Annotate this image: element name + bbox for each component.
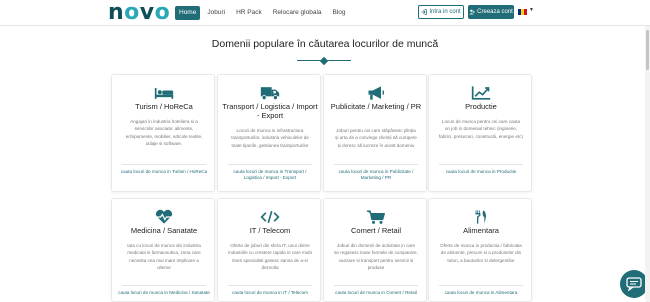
scrollbar[interactable] — [645, 26, 650, 302]
category-title: Transport / Logistica / Import - Export — [222, 102, 318, 120]
category-description: Iata cu locuri de munca din industria me… — [127, 243, 201, 271]
category-link[interactable]: cauta locuri de munca in Comert / Retail — [330, 290, 422, 296]
top-navbar: novo Home Joburi HR Pack Relocare global… — [0, 0, 650, 26]
register-button[interactable]: Creeaza cont — [468, 5, 514, 19]
card-divider — [228, 285, 312, 286]
login-icon — [421, 9, 428, 15]
category-link[interactable]: cauta locuri de munca in Turism / HoReCa — [118, 169, 210, 175]
category-card-comert[interactable]: Comert / Retail Joburi din domenii de ac… — [323, 198, 427, 302]
novo-logo[interactable]: novo — [108, 1, 170, 25]
chat-icon — [626, 277, 642, 291]
card-divider — [439, 164, 523, 165]
category-title: Productie — [465, 102, 497, 111]
login-label: Intra in cont — [429, 9, 461, 15]
divider-diamond — [319, 56, 329, 65]
nav-joburi[interactable]: Joburi — [203, 6, 229, 20]
nav-hr-pack[interactable]: HR Pack — [232, 6, 266, 20]
category-link[interactable]: cauta locuri de munca in IT / Telecom — [224, 290, 316, 296]
card-divider — [439, 285, 523, 286]
category-card-alimentara[interactable]: Alimentara Oferte de munca in productia … — [428, 198, 532, 302]
code-icon — [260, 210, 280, 224]
nav-home[interactable]: Home — [175, 6, 201, 20]
cart-icon — [366, 210, 385, 224]
main-nav: Home Joburi HR Pack Relocare globala Blo… — [175, 6, 350, 20]
truck-icon — [260, 87, 280, 101]
category-description: Oferte de joburi din sfera IT, unui dint… — [228, 243, 312, 271]
category-title: Alimentara — [463, 226, 499, 235]
category-link[interactable]: cauta locuri de munca in Productie — [435, 169, 527, 175]
category-card-transport[interactable]: Transport / Logistica / Import - Export … — [217, 74, 321, 192]
category-card-medicina[interactable]: Medicina / Sanatate Iata cu locuri de mu… — [111, 198, 215, 302]
utensils-icon — [475, 210, 486, 224]
category-title: Medicina / Sanatate — [130, 226, 198, 235]
chat-button[interactable] — [620, 270, 648, 298]
card-divider — [228, 164, 312, 165]
heartbeat-icon — [154, 209, 174, 224]
category-description: Locuri de munca pentru cei care cauta un… — [439, 119, 523, 139]
scrollbar-thumb[interactable] — [646, 30, 649, 70]
card-divider — [334, 164, 418, 165]
category-link[interactable]: cauta locuri de munca in Medicina / Sana… — [118, 290, 210, 296]
user-plus-icon — [469, 9, 476, 15]
category-link[interactable]: cauta locuri de munca in Alimentara — [435, 290, 527, 296]
category-card-it[interactable]: IT / Telecom Oferte de joburi din sfera … — [217, 198, 321, 302]
category-description: Oferte de munca in productia / fabricati… — [440, 243, 522, 263]
ro-flag-icon[interactable] — [518, 9, 527, 15]
category-card-turism[interactable]: Turism / HoReCa Angajari in industria ho… — [111, 74, 215, 192]
category-description: Joburi pentru cei care stăpânesc plinția… — [335, 128, 417, 148]
nav-relocare-globala[interactable]: Relocare globala — [269, 6, 326, 20]
card-divider — [334, 285, 418, 286]
category-description: Joburi din domenii de activitate in care… — [334, 243, 418, 271]
category-title: IT / Telecom — [249, 226, 291, 235]
category-title: Comert / Retail — [350, 226, 401, 235]
card-divider — [122, 285, 206, 286]
category-link[interactable]: cauta locuri de munca in Publicitate / M… — [330, 169, 422, 180]
category-card-productie[interactable]: Productie Locuri de munca pentru cei car… — [428, 74, 532, 192]
category-description: Angajari in industria hoteliera si a ser… — [125, 119, 203, 147]
section-title: Domenii populare în căutarea locurilor d… — [211, 38, 439, 50]
nav-blog[interactable]: Blog — [329, 6, 350, 20]
category-title: Turism / HoReCa — [135, 102, 193, 111]
card-divider — [122, 164, 206, 165]
login-button[interactable]: Intra in cont — [418, 5, 464, 19]
chevron-down-icon[interactable]: ▼ — [529, 7, 534, 13]
category-title: Publicitate / Marketing / PR — [330, 102, 422, 111]
category-description: Locuri de munca in infrastructura transp… — [231, 128, 309, 148]
category-link[interactable]: cauta locuri de munca in Transport / Log… — [224, 169, 316, 180]
bed-icon — [154, 88, 174, 99]
register-label: Creeaza cont — [477, 9, 513, 15]
category-card-publicitate[interactable]: Publicitate / Marketing / PR Joburi pent… — [323, 74, 427, 192]
megaphone-icon — [368, 86, 385, 100]
chart-line-icon — [471, 86, 491, 100]
